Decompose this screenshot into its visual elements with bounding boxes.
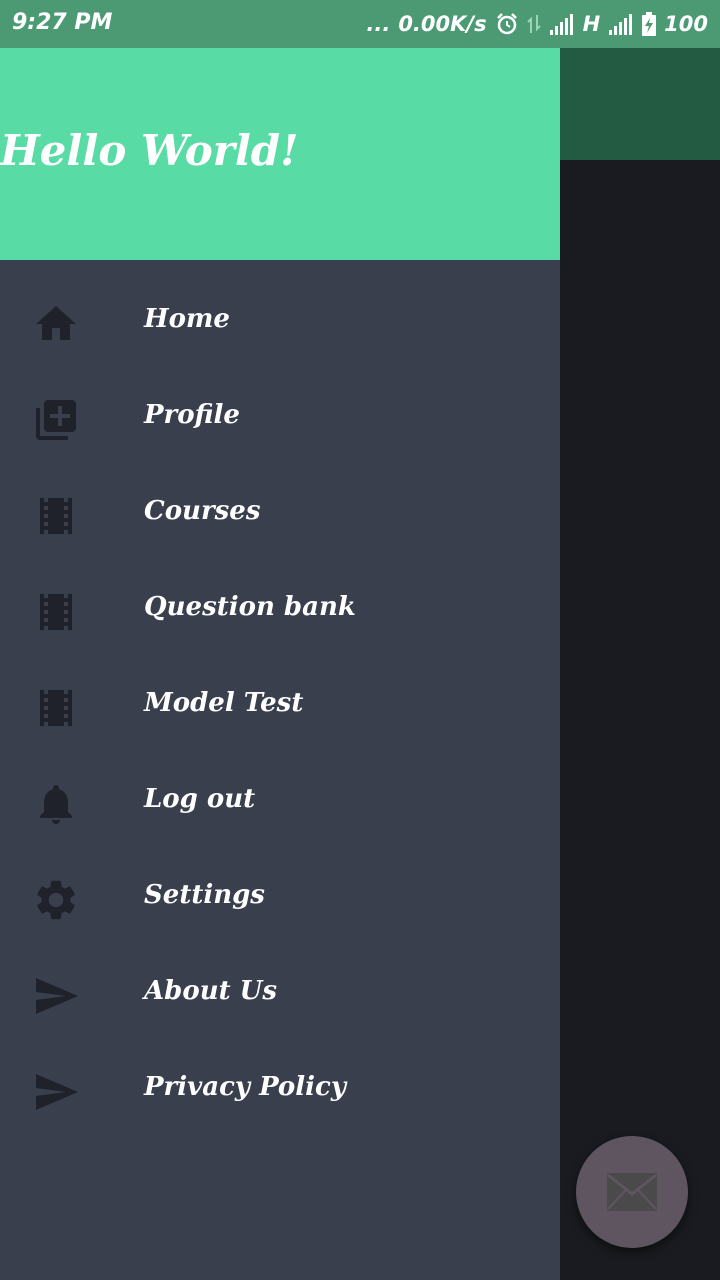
bell-icon bbox=[32, 780, 80, 828]
menu-item-model-test[interactable]: Model Test bbox=[0, 660, 560, 756]
menu-item-question-bank[interactable]: Question bank bbox=[0, 564, 560, 660]
menu-item-label: Home bbox=[144, 304, 230, 334]
menu-item-label: About Us bbox=[144, 976, 277, 1006]
signal-icon bbox=[549, 14, 573, 35]
menu-item-label: Model Test bbox=[144, 688, 304, 718]
gear-icon bbox=[32, 876, 80, 924]
network-speed: 0.00K/s bbox=[398, 12, 487, 36]
menu-item-label: Question bank bbox=[144, 592, 356, 622]
status-indicators: ... 0.00K/s H 100 bbox=[366, 9, 708, 39]
status-dots: ... bbox=[366, 12, 391, 36]
home-icon bbox=[32, 300, 80, 348]
status-time: 9:27 PM bbox=[12, 10, 113, 35]
mail-fab-button[interactable] bbox=[576, 1136, 688, 1248]
menu-item-label: Profile bbox=[144, 400, 240, 430]
drawer-menu: Home Profile Courses Question bank Model bbox=[0, 276, 560, 1140]
menu-item-settings[interactable]: Settings bbox=[0, 852, 560, 948]
send-icon bbox=[32, 1068, 80, 1116]
menu-item-label: Privacy Policy bbox=[144, 1072, 346, 1102]
status-bar: 9:27 PM ... 0.00K/s H 100 bbox=[0, 0, 720, 48]
film-icon bbox=[32, 684, 80, 732]
menu-item-courses[interactable]: Courses bbox=[0, 468, 560, 564]
menu-item-label: Settings bbox=[144, 880, 265, 910]
menu-item-home[interactable]: Home bbox=[0, 276, 560, 372]
alarm-icon bbox=[496, 13, 517, 35]
film-icon bbox=[32, 492, 80, 540]
menu-item-label: Courses bbox=[144, 496, 261, 526]
menu-item-profile[interactable]: Profile bbox=[0, 372, 560, 468]
battery-level: 100 bbox=[664, 12, 708, 36]
send-icon bbox=[32, 972, 80, 1020]
navigation-drawer: Hello World! Home Profile Courses Questi… bbox=[0, 48, 560, 1280]
film-icon bbox=[32, 588, 80, 636]
menu-item-privacy-policy[interactable]: Privacy Policy bbox=[0, 1044, 560, 1140]
battery-charging-icon bbox=[642, 12, 657, 36]
menu-item-log-out[interactable]: Log out bbox=[0, 756, 560, 852]
add-to-photos-icon bbox=[32, 396, 80, 444]
menu-item-about-us[interactable]: About Us bbox=[0, 948, 560, 1044]
drawer-header-title: Hello World! bbox=[0, 126, 299, 175]
network-type: H bbox=[582, 12, 601, 36]
mail-icon bbox=[607, 1173, 657, 1211]
menu-item-label: Log out bbox=[144, 784, 256, 814]
drawer-header: Hello World! bbox=[0, 48, 560, 260]
signal-icon-2 bbox=[609, 14, 633, 35]
data-transfer-icon bbox=[526, 15, 541, 33]
